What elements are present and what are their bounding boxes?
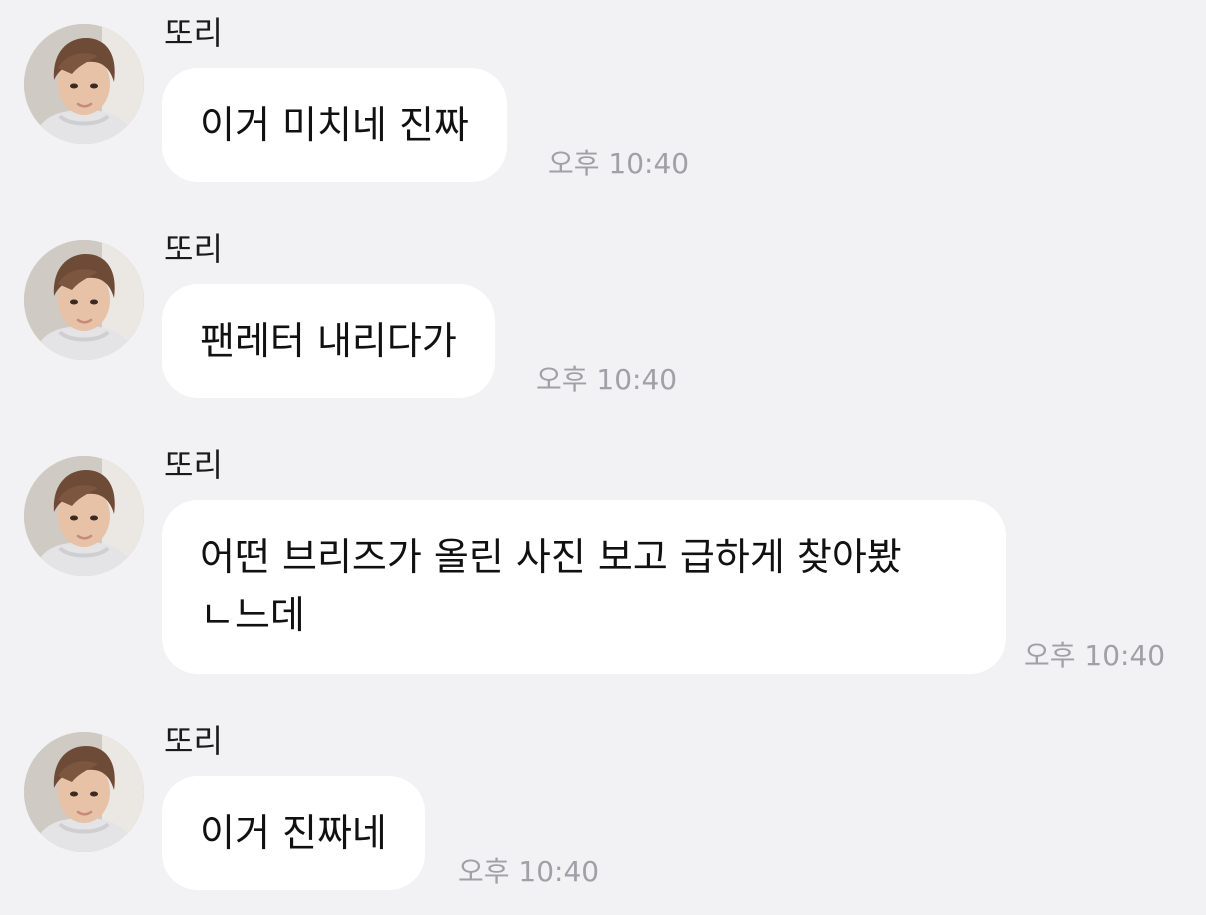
sender-name[interactable]: 또리 bbox=[164, 229, 223, 269]
sender-name[interactable]: 또리 bbox=[164, 721, 223, 761]
message-bubble[interactable]: 팬레터 내리다가 bbox=[162, 284, 495, 398]
message-bubble[interactable]: 어떤 브리즈가 올린 사진 보고 급하게 찾아봤 ㄴ느데 bbox=[162, 500, 1006, 674]
profile-photo-icon[interactable] bbox=[24, 24, 144, 144]
message-timestamp: 오후 10:40 bbox=[1024, 639, 1166, 672]
profile-photo-icon[interactable] bbox=[24, 240, 144, 360]
sender-name[interactable]: 또리 bbox=[164, 445, 223, 485]
message-bubble[interactable]: 이거 진짜네 bbox=[162, 776, 425, 890]
message-bubble[interactable]: 이거 미치네 진짜 bbox=[162, 68, 507, 182]
profile-photo-icon[interactable] bbox=[24, 732, 144, 852]
sender-name[interactable]: 또리 bbox=[164, 13, 223, 53]
profile-photo-icon[interactable] bbox=[24, 456, 144, 576]
message-timestamp: 오후 10:40 bbox=[458, 855, 600, 888]
message-timestamp: 오후 10:40 bbox=[536, 363, 678, 396]
message-line: 어떤 브리즈가 올린 사진 보고 급하게 찾아봤 bbox=[200, 535, 902, 579]
chat-thread[interactable]: 또리 이거 미치네 진짜 오후 10:40 또리 팬레터 내리다가 오후 10:… bbox=[0, 0, 1206, 915]
message-timestamp: 오후 10:40 bbox=[548, 147, 690, 180]
message-line: ㄴ느데 bbox=[200, 593, 305, 637]
